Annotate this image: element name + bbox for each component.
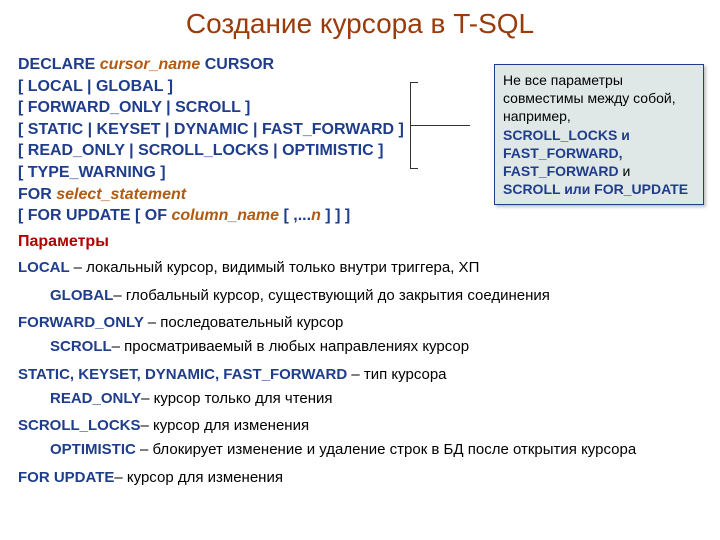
param-text: – локальный курсор, видимый только внутр…: [74, 259, 480, 276]
param-type: STATIC, KEYSET, DYNAMIC, FAST_FORWARD – …: [18, 364, 702, 386]
param-text: – курсор только для чтения: [141, 390, 332, 407]
page-title: Создание курсора в T-SQL: [18, 8, 702, 40]
param-global: GLOBAL– глобальный курсор, существующий …: [18, 285, 702, 307]
param-label: FOR UPDATE: [18, 469, 114, 486]
kw-for: FOR: [18, 186, 56, 203]
note-text: Не все параметры совместимы между собой,…: [503, 72, 676, 124]
param-text: – курсор для изменения: [114, 469, 283, 486]
param-optimistic: OPTIMISTIC – блокирует изменение и удале…: [18, 439, 702, 461]
param-label: GLOBAL: [50, 287, 113, 304]
params-block: LOCAL – локальный курсор, видимый только…: [18, 257, 702, 489]
param-label: SCROLL_LOCKS: [18, 417, 141, 434]
kw-cursor: CURSOR: [200, 56, 274, 73]
param-text: – последовательный курсор: [148, 314, 344, 331]
syntax-line: [ FOR UPDATE [ OF column_name [ ,...n ] …: [18, 205, 702, 227]
param-local: LOCAL – локальный курсор, видимый только…: [18, 257, 702, 279]
param-label: STATIC, KEYSET, DYNAMIC, FAST_FORWARD: [18, 366, 351, 383]
param-label: SCROLL: [50, 338, 112, 355]
id-cursor-name: cursor_name: [100, 56, 201, 73]
param-scroll-locks: SCROLL_LOCKS– курсор для изменения: [18, 415, 702, 437]
note-keyword: FAST_FORWARD: [503, 163, 623, 179]
param-scroll: SCROLL– просматриваемый в любых направле…: [18, 336, 702, 358]
id-select-statement: select_statement: [56, 186, 186, 203]
kw-bracket-close: ] ] ]: [321, 207, 350, 224]
note-text: и: [623, 163, 631, 179]
param-read-only: READ_ONLY– курсор только для чтения: [18, 388, 702, 410]
kw-declare: DECLARE: [18, 56, 100, 73]
param-text: – просматриваемый в любых направлениях к…: [112, 338, 469, 355]
kw-for-update: [ FOR UPDATE [ OF: [18, 207, 171, 224]
param-for-update: FOR UPDATE– курсор для изменения: [18, 467, 702, 489]
param-text: – блокирует изменение и удаление строк в…: [140, 441, 636, 458]
note-keyword: SCROLL или FOR_UPDATE: [503, 181, 688, 197]
param-text: – тип курсора: [351, 366, 446, 383]
param-label: READ_ONLY: [50, 390, 141, 407]
param-forward-only: FORWARD_ONLY – последовательный курсор: [18, 312, 702, 334]
params-heading: Параметры: [18, 233, 702, 251]
param-label: FORWARD_ONLY: [18, 314, 148, 331]
id-column-name: column_name: [171, 207, 279, 224]
param-text: – курсор для изменения: [141, 417, 310, 434]
param-label: OPTIMISTIC: [50, 441, 140, 458]
note-keyword: SCROLL_LOCKS и FAST_FORWARD,: [503, 127, 630, 161]
kw-bracket: [ ,...: [279, 207, 311, 224]
note-box: Не все параметры совместимы между собой,…: [494, 64, 704, 205]
id-n: n: [311, 207, 321, 224]
param-text: – глобальный курсор, существующий до зак…: [113, 287, 550, 304]
param-label: LOCAL: [18, 259, 74, 276]
